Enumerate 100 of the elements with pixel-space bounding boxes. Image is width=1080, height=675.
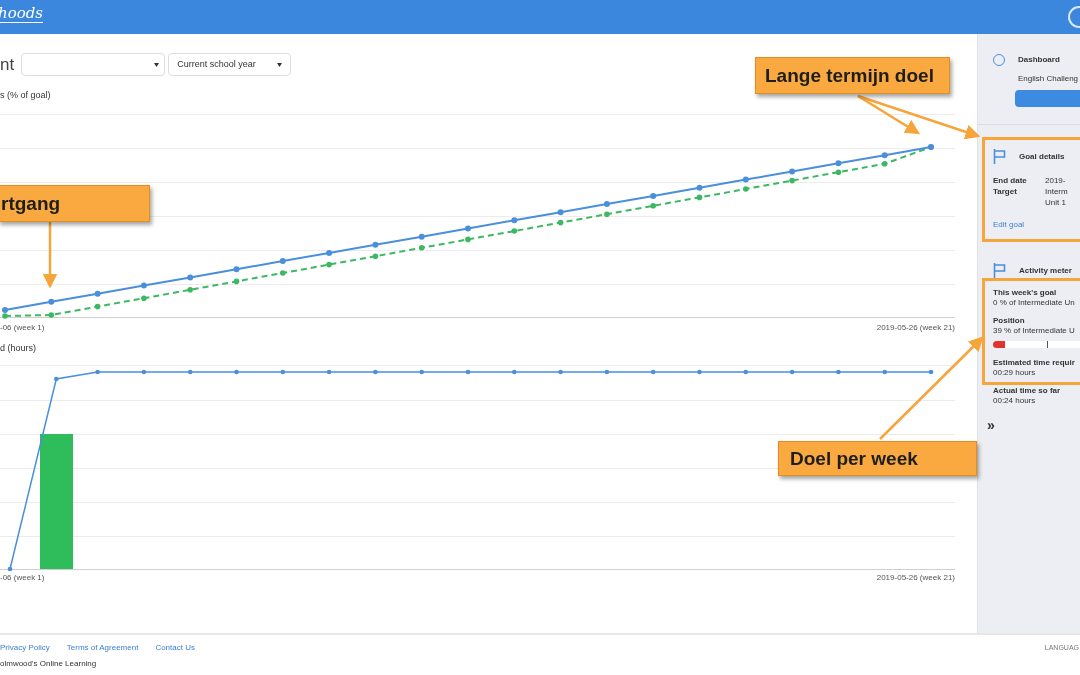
detail-label: End date [993,175,1028,186]
data-point [233,265,240,272]
data-point [743,185,749,192]
data-point [835,159,842,166]
data-point [789,369,795,375]
detail-label: Target [993,186,1018,198]
data-point [279,257,286,264]
data-point [54,376,59,382]
axis-label: -06 (week 1) [0,321,45,334]
callout: Doel per week [778,441,977,476]
data-point [94,303,101,309]
meter-label: Estimated time requir [993,358,1076,368]
course-name: English Challeng [1018,73,1080,85]
data-point [418,233,425,240]
section-title: Activity meter [1019,265,1072,276]
data-point [650,369,656,375]
data-point [373,369,378,375]
axis-label: 2019-05-26 (week 21) [876,321,955,334]
expand-button[interactable]: » [987,420,1080,430]
data-point [326,249,333,256]
meter-value: 00:29 hours [993,368,1037,378]
footer-link[interactable]: Privacy Policy [0,642,50,654]
data-point [419,369,424,375]
detail-value: Interm [1045,186,1069,197]
data-point [48,298,55,305]
filter-label: nt [0,53,15,76]
data-point [881,160,888,167]
data-point [94,290,101,297]
data-point [326,261,332,267]
meter-value: 00:24 hours [993,396,1037,406]
data-point [512,369,517,375]
data-point [697,369,702,375]
data-point [372,252,379,259]
data-point [187,286,193,293]
data-point [140,282,147,289]
flag-icon [993,263,1006,278]
footer-link[interactable]: Terms of Agreement [66,642,139,654]
data-point [557,219,564,225]
data-point [650,192,657,199]
data-point [836,369,841,375]
data-point [604,210,610,217]
chart-title: d (hours) [0,341,37,355]
meter-label: Position [993,316,1026,326]
meter-value: 39 % of Intermediate U [993,326,1076,336]
data-point [141,369,147,375]
data-point [233,278,240,284]
data-point [48,311,55,318]
data-point [604,369,610,375]
data-point [465,369,471,375]
data-point [835,168,842,175]
data-point [372,241,379,248]
data-point [95,369,100,375]
data-point [603,200,610,207]
data-point [326,369,332,375]
data-point [187,273,194,280]
axis-label: 2019-05-26 (week 21) [876,572,955,584]
data-point [742,176,749,183]
data-point [280,369,286,375]
copyright: olmwood's Online Learning [0,658,98,670]
data-point [789,177,795,183]
meter-label: This week's goal [993,288,1058,298]
callout: Lange termijn doel [755,57,950,94]
caret-icon [277,62,283,67]
data-point [650,202,656,209]
data-point [696,184,703,191]
data-point [789,167,796,174]
data-point [881,151,888,158]
data-point [465,225,471,231]
meter-label: Actual time so far [993,386,1062,396]
data-point [187,369,193,375]
edit-goal-link[interactable]: Edit goal [993,219,1080,231]
meter-value: 0 % of Intermediate Un [993,298,1076,308]
chart-title: s (% of goal) [0,89,52,102]
caret-icon [154,62,160,67]
detail-value: 2019- [1045,175,1067,186]
axis-label: -06 (week 1) [0,572,45,584]
data-point [280,269,286,276]
dashboard-button[interactable] [1015,90,1080,107]
section-title: Goal details [1019,150,1065,163]
footer-link[interactable]: Contact Us [155,642,195,654]
data-point [882,369,887,375]
data-point [418,244,425,251]
data-point [928,369,934,375]
data-point [234,369,239,375]
flag-icon [993,149,1006,164]
detail-value: Unit 1 [1045,197,1067,208]
data-point [511,216,518,223]
data-point [7,566,13,571]
section-title: Dashboard [1018,54,1060,66]
data-point [743,369,749,375]
data-point [557,208,564,215]
callout: rtgang [0,185,150,222]
data-point [558,369,563,375]
data-point [141,294,147,301]
period-select[interactable]: Current school year [168,53,292,76]
callout-arrow [42,222,58,289]
data-point [696,194,703,200]
data-point [511,227,518,234]
data-point [465,236,471,242]
student-select[interactable] [21,53,166,76]
